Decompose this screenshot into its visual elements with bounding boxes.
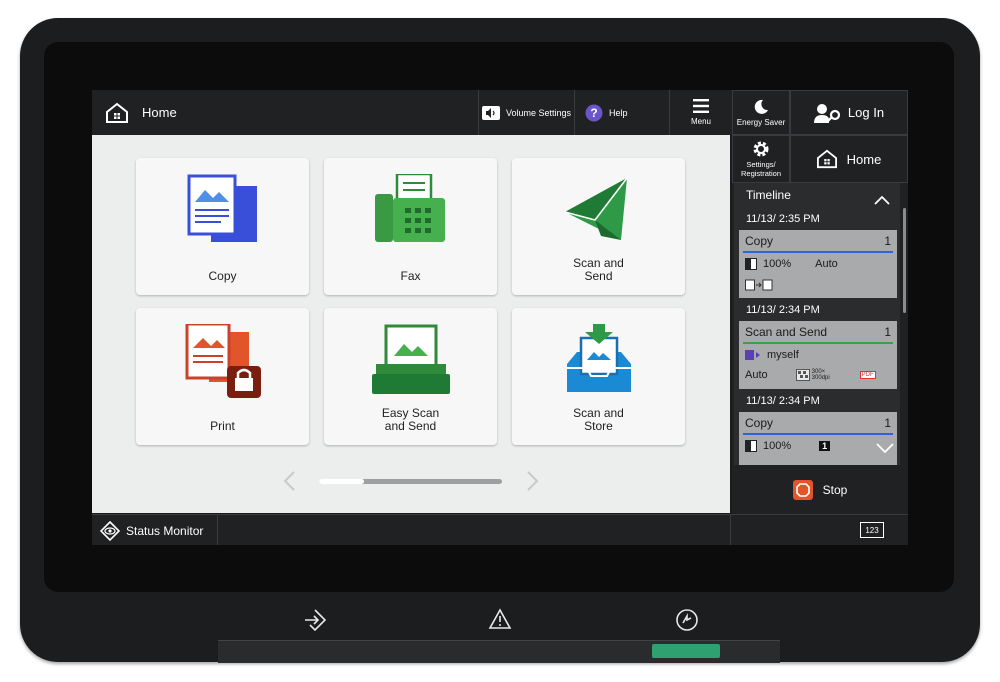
job-date: 11/13/ 2:34 PM <box>746 304 820 316</box>
copy-tile-label: Copy <box>208 269 237 283</box>
timeline-job-card[interactable]: Copy 1 100% Auto <box>739 230 897 298</box>
power-led <box>652 644 720 658</box>
resolution-icon <box>795 369 810 381</box>
copy-tile[interactable]: Copy <box>136 158 309 295</box>
fax-icon <box>374 174 445 242</box>
home-icon <box>106 102 128 123</box>
job-badge: 1 <box>819 441 831 451</box>
status-monitor-label: Status Monitor <box>126 523 204 538</box>
home-status-area: Home <box>92 90 478 135</box>
timeline-scrollbar[interactable] <box>903 208 906 313</box>
print-tile[interactable]: Print <box>136 308 309 445</box>
copy-icon <box>187 174 257 242</box>
scan-store-icon <box>566 324 631 392</box>
menu-button[interactable]: Menu <box>669 90 732 135</box>
keypad-button[interactable]: 123 <box>860 522 884 538</box>
scan-and-send-tile[interactable]: Scan and Send <box>512 158 685 295</box>
job-name: Copy <box>745 416 774 430</box>
user-key-icon <box>813 103 841 123</box>
job-scale: 100% <box>763 258 792 270</box>
moon-icon <box>754 99 768 114</box>
job-date: 11/13/ 2:35 PM <box>746 213 820 225</box>
timeline-panel: Timeline 11/13/ 2:35 PM Copy 1 100% Auto <box>734 183 900 465</box>
page-indicator-current <box>319 479 364 484</box>
hamburger-icon <box>693 99 709 113</box>
previous-page-arrow[interactable] <box>282 470 296 492</box>
job-type-line <box>743 342 893 344</box>
job-count: 1 <box>884 416 891 430</box>
sides-icon <box>745 279 773 291</box>
menu-label: Menu <box>690 117 711 126</box>
status-bar: Status Monitor 123 <box>92 514 908 545</box>
job-scale: 100% <box>763 440 792 452</box>
chevron-up-icon[interactable] <box>874 195 890 205</box>
scan-and-store-tile[interactable]: Scan and Store <box>512 308 685 445</box>
top-bar: Home Volume Settings ? Help Menu <box>92 90 732 135</box>
log-in-button[interactable]: Log In <box>790 90 908 135</box>
job-paper: Auto <box>815 258 838 270</box>
color-mode-icon <box>745 440 757 452</box>
energy-saver-button[interactable]: Energy Saver <box>732 90 790 135</box>
stop-icon <box>792 480 813 500</box>
volume-settings-label: Volume Settings <box>505 107 572 118</box>
easy-scan-and-send-tile-label: Easy Scan and Send <box>381 406 440 433</box>
job-name: Copy <box>745 234 774 248</box>
volume-settings-button[interactable]: Volume Settings <box>478 90 574 135</box>
job-type-line <box>743 251 893 253</box>
paper-plane-icon <box>564 177 628 240</box>
print-lock-icon <box>185 324 261 398</box>
home-main-area: Copy Fax Scan and Send Print Easy Scan a… <box>92 135 730 513</box>
chevron-down-icon[interactable] <box>876 443 894 453</box>
job-date: 11/13/ 2:34 PM <box>746 395 820 407</box>
job-resolution: 300× 300dpi <box>812 369 830 381</box>
page-indicator <box>319 479 502 484</box>
color-mode-icon <box>745 258 757 270</box>
scanner-icon <box>371 324 450 394</box>
timeline-title: Timeline <box>746 188 791 202</box>
fax-tile-label: Fax <box>400 269 421 283</box>
status-monitor-icon <box>100 520 120 541</box>
timeline-job-card[interactable]: Scan and Send 1 myself Auto 300× 300dpi P… <box>739 321 897 389</box>
destination-icon <box>745 350 760 360</box>
gear-icon <box>753 141 769 157</box>
home-icon <box>816 149 837 169</box>
home-button-label: Home <box>846 151 882 167</box>
stop-button[interactable]: Stop <box>732 466 908 514</box>
job-count: 1 <box>884 234 891 248</box>
keypad-label: 123 <box>865 525 879 535</box>
job-color-mode: Auto <box>745 369 768 381</box>
job-count: 1 <box>884 325 891 339</box>
scan-and-store-tile-label: Scan and Store <box>573 406 624 433</box>
help-label: Help <box>609 107 628 118</box>
job-destination: myself <box>767 349 799 361</box>
pdf-icon: PDF <box>859 371 876 379</box>
job-type-line <box>743 433 893 435</box>
job-resolution-line2: 300dpi <box>811 375 830 381</box>
login-logout-key-icon[interactable] <box>302 607 328 633</box>
warning-key-icon[interactable] <box>488 608 512 630</box>
power-key-icon[interactable] <box>675 608 699 632</box>
status-bar-divider <box>730 515 731 545</box>
settings-label-line1: Settings/ <box>746 160 776 169</box>
help-icon: ? <box>585 104 603 121</box>
svg-text:?: ? <box>590 106 597 120</box>
touch-screen: Home Volume Settings ? Help Menu Copy Fa… <box>92 90 908 545</box>
print-tile-label: Print <box>210 419 235 433</box>
settings-label-line2: Registration <box>740 169 782 178</box>
scan-and-send-tile-label: Scan and Send <box>573 256 624 283</box>
easy-scan-and-send-tile[interactable]: Easy Scan and Send <box>324 308 497 445</box>
help-button[interactable]: ? Help <box>574 90 669 135</box>
home-button[interactable]: Home <box>790 135 908 183</box>
home-title: Home <box>142 105 177 120</box>
stop-label: Stop <box>822 483 848 497</box>
speaker-icon <box>481 105 500 120</box>
status-monitor-button[interactable]: Status Monitor <box>92 515 218 545</box>
fax-tile[interactable]: Fax <box>324 158 497 295</box>
settings-registration-button[interactable]: Settings/ Registration <box>732 135 790 183</box>
energy-saver-label: Energy Saver <box>736 117 786 127</box>
job-name: Scan and Send <box>745 325 828 339</box>
log-in-label: Log In <box>847 105 885 120</box>
next-page-arrow[interactable] <box>526 470 540 492</box>
timeline-job-card[interactable]: Copy 1 100% 1 <box>739 412 897 465</box>
